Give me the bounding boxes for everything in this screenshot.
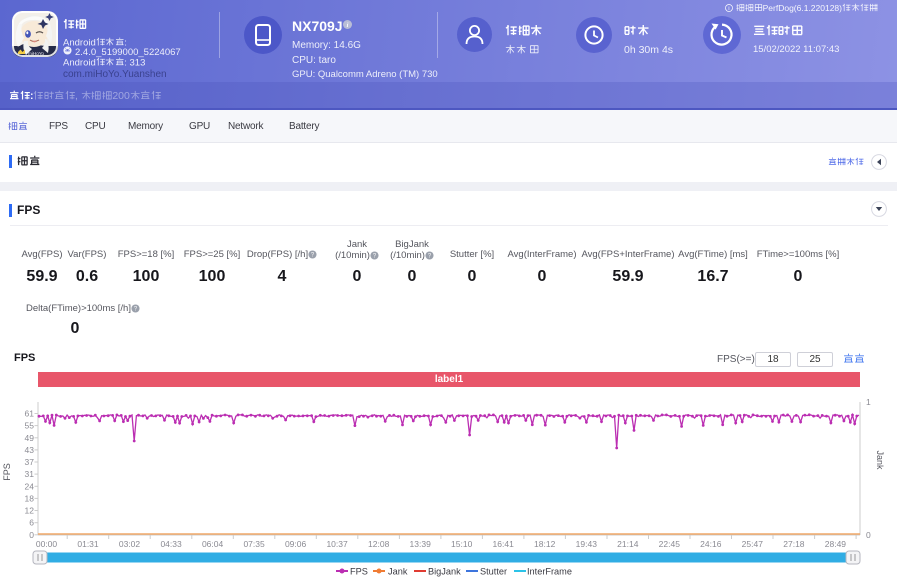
svg-text:07:35: 07:35 xyxy=(243,539,265,549)
svg-text:InterFrame: InterFrame xyxy=(527,567,572,577)
svg-text:FPS: FPS xyxy=(350,567,368,577)
svg-text:6: 6 xyxy=(29,518,34,528)
svg-text:Jank: Jank xyxy=(875,450,885,470)
svg-text:18: 18 xyxy=(25,493,35,503)
svg-text:24:16: 24:16 xyxy=(700,539,722,549)
svg-text:0: 0 xyxy=(29,530,34,540)
svg-text:09:06: 09:06 xyxy=(285,539,307,549)
svg-text:19:43: 19:43 xyxy=(576,539,598,549)
svg-text:Jank: Jank xyxy=(388,567,408,577)
svg-text:12: 12 xyxy=(25,506,35,516)
svg-text:01:31: 01:31 xyxy=(77,539,99,549)
svg-text:12:08: 12:08 xyxy=(368,539,390,549)
svg-text:13:39: 13:39 xyxy=(410,539,432,549)
svg-text:00:00: 00:00 xyxy=(36,539,58,549)
svg-text:BigJank: BigJank xyxy=(428,567,461,577)
svg-text:31: 31 xyxy=(25,469,35,479)
svg-text:28:49: 28:49 xyxy=(825,539,847,549)
svg-text:04:33: 04:33 xyxy=(160,539,182,549)
svg-text:0: 0 xyxy=(866,530,871,540)
svg-text:15:10: 15:10 xyxy=(451,539,473,549)
svg-text:FPS: FPS xyxy=(2,463,12,481)
svg-text:21:14: 21:14 xyxy=(617,539,639,549)
svg-text:61: 61 xyxy=(25,409,35,419)
svg-text:03:02: 03:02 xyxy=(119,539,141,549)
svg-text:06:04: 06:04 xyxy=(202,539,224,549)
svg-text:43: 43 xyxy=(25,445,35,455)
svg-text:1: 1 xyxy=(866,397,871,407)
svg-text:37: 37 xyxy=(25,457,35,467)
svg-text:55: 55 xyxy=(25,421,35,431)
svg-text:16:41: 16:41 xyxy=(493,539,515,549)
svg-text:10:37: 10:37 xyxy=(326,539,348,549)
svg-text:25:47: 25:47 xyxy=(742,539,764,549)
svg-text:49: 49 xyxy=(25,433,35,443)
svg-text:27:18: 27:18 xyxy=(783,539,805,549)
svg-text:24: 24 xyxy=(25,481,35,491)
svg-text:22:45: 22:45 xyxy=(659,539,681,549)
svg-text:18:12: 18:12 xyxy=(534,539,556,549)
svg-text:Stutter: Stutter xyxy=(480,567,507,577)
